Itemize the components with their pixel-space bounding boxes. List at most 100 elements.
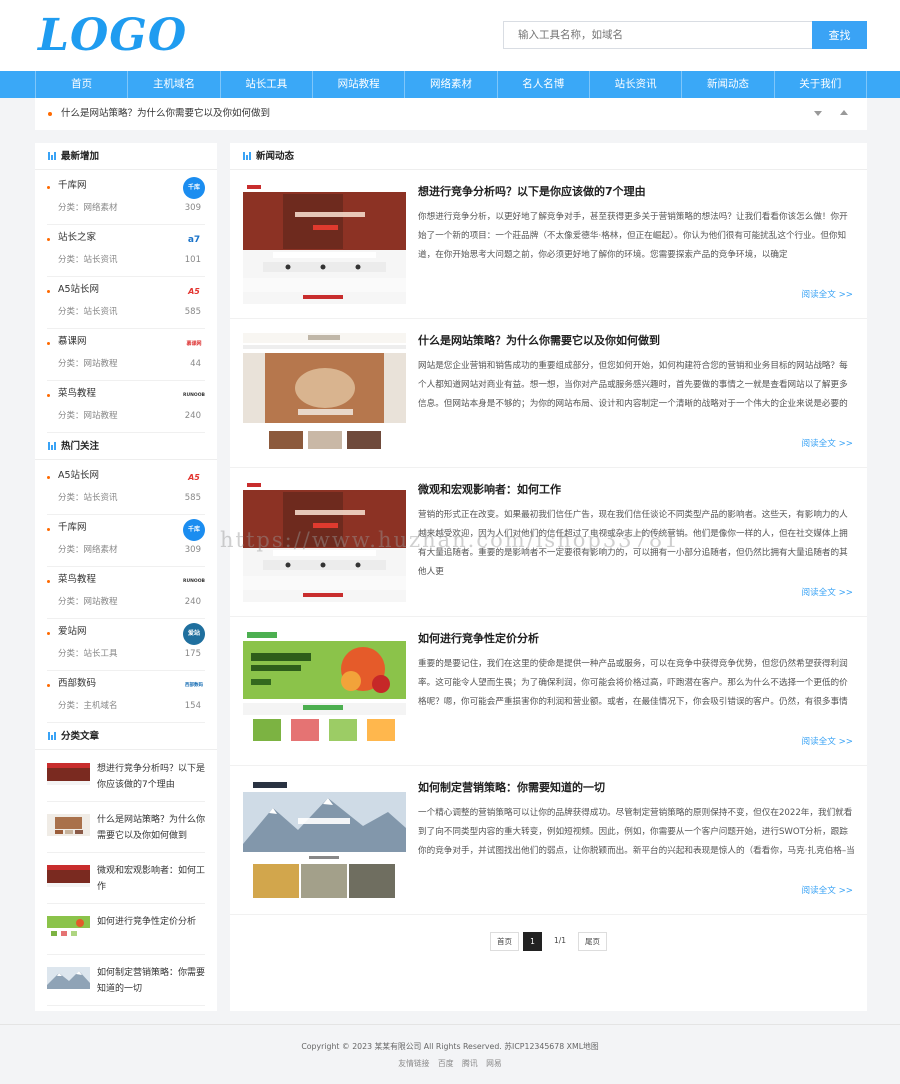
article-link[interactable]: 什么是网站策略？为什么你需要它以及你如何做到 xyxy=(97,812,205,844)
site-category: 分类：主机域名 xyxy=(58,701,118,711)
search-button[interactable]: 查找 xyxy=(812,21,867,49)
bullet-icon xyxy=(48,112,52,116)
section-title-category: 分类文章 xyxy=(35,723,217,750)
article-thumbnail[interactable] xyxy=(47,763,90,785)
article-summary: 网站是您企业营销和销售成功的重要组成部分，但您如何开始，如何构建符合您的营销和业… xyxy=(418,361,848,409)
list-item[interactable]: 什么是网站策略？为什么你需要它以及你如何做到 xyxy=(47,802,205,853)
first-page-button[interactable]: 首页 xyxy=(490,932,519,951)
article-title[interactable]: 微观和宏观影响者：如何工作 xyxy=(418,482,561,498)
article-link[interactable]: 微观和宏观影响者：如何工作 xyxy=(97,863,205,895)
article-thumbnail[interactable] xyxy=(47,814,90,836)
site-logo: 千库 xyxy=(183,519,205,541)
list-item[interactable]: A5站长网 分类：站长资讯 585 A5 xyxy=(47,463,205,515)
bar-chart-icon xyxy=(48,152,56,160)
site-logo: a7 xyxy=(187,235,201,245)
list-item[interactable]: 菜鸟教程 分类：网站教程 240 RUNOOB xyxy=(47,381,205,433)
list-item[interactable]: 站长之家 分类：站长资讯 101 a7 xyxy=(47,225,205,277)
list-item[interactable]: 如何进行竞争性定价分析 xyxy=(47,904,205,955)
nav-item-tools[interactable]: 站长工具 xyxy=(221,71,313,98)
list-item[interactable]: 微观和宏观影响者：如何工作 xyxy=(47,853,205,904)
article-thumbnail[interactable] xyxy=(243,778,406,900)
site-count: 154 xyxy=(184,701,201,711)
friend-link[interactable]: 百度 xyxy=(438,1059,454,1068)
list-item[interactable]: 千库网 分类：网络素材 309 千库 xyxy=(47,173,205,225)
nav-item-tutorials[interactable]: 网站教程 xyxy=(313,71,406,98)
section-title-news: 新闻动态 xyxy=(230,143,867,170)
article-link[interactable]: 如何制定营销策略：你需要知道的一切 xyxy=(97,965,205,997)
site-name[interactable]: A5站长网 xyxy=(58,468,99,484)
site-name[interactable]: A5站长网 xyxy=(58,282,99,298)
bullet-icon xyxy=(47,238,50,241)
header: LOGO 查找 xyxy=(0,0,900,71)
article-thumbnail[interactable] xyxy=(47,865,90,887)
search-input[interactable] xyxy=(503,21,813,49)
nav-item-news-info[interactable]: 站长资讯 xyxy=(590,71,683,98)
article-link[interactable]: 想进行竞争分析吗？以下是你应该做的7个理由 xyxy=(97,761,205,793)
site-name[interactable]: 西部数码 xyxy=(58,676,96,692)
list-item[interactable]: 想进行竞争分析吗？以下是你应该做的7个理由 xyxy=(47,751,205,802)
page-button-current[interactable]: 1 xyxy=(523,932,542,951)
article-thumbnail[interactable] xyxy=(243,182,406,304)
site-name[interactable]: 千库网 xyxy=(58,520,87,536)
site-count: 175 xyxy=(184,649,201,659)
read-more-link[interactable]: 阅读全文 >> xyxy=(801,438,853,450)
article-thumbnail[interactable] xyxy=(243,629,406,751)
site-count: 101 xyxy=(184,255,201,265)
list-item[interactable]: 如何制定营销策略：你需要知道的一切 xyxy=(47,955,205,1006)
ticker-link[interactable]: 什么是网站策略？为什么你需要它以及你如何做到 xyxy=(61,98,270,130)
site-name[interactable]: 慕课网 xyxy=(58,334,87,350)
article-card: 如何制定营销策略：你需要知道的一切 一个精心调整的营销策略可以让你的品牌获得成功… xyxy=(230,766,867,915)
friend-link[interactable]: 腾讯 xyxy=(462,1059,478,1068)
site-count: 585 xyxy=(184,307,201,317)
site-logo[interactable]: LOGO xyxy=(38,12,187,60)
read-more-link[interactable]: 阅读全文 >> xyxy=(801,736,853,748)
last-page-button[interactable]: 尾页 xyxy=(578,932,607,951)
site-name[interactable]: 菜鸟教程 xyxy=(58,572,96,588)
nav-item-about[interactable]: 关于我们 xyxy=(775,71,867,98)
site-category: 分类：网站教程 xyxy=(58,411,118,421)
article-title[interactable]: 什么是网站策略？为什么你需要它以及你如何做到 xyxy=(418,333,660,349)
article-title[interactable]: 想进行竞争分析吗？以下是你应该做的7个理由 xyxy=(418,184,646,200)
site-name[interactable]: 菜鸟教程 xyxy=(58,386,96,402)
article-title[interactable]: 如何制定营销策略：你需要知道的一切 xyxy=(418,780,605,796)
nav-item-materials[interactable]: 网络素材 xyxy=(405,71,498,98)
site-name[interactable]: 站长之家 xyxy=(58,230,96,246)
read-more-link[interactable]: 阅读全文 >> xyxy=(801,587,853,599)
list-item[interactable]: 千库网 分类：网络素材 309 千库 xyxy=(47,515,205,567)
nav-item-home[interactable]: 首页 xyxy=(35,71,129,98)
friend-link[interactable]: 网易 xyxy=(486,1059,502,1068)
nav-item-blogs[interactable]: 名人名博 xyxy=(498,71,590,98)
pagination-area: 首页 1 1/1 尾页 xyxy=(230,915,867,1011)
list-item[interactable]: A5站长网 分类：站长资讯 585 A5 xyxy=(47,277,205,329)
list-item[interactable]: 西部数码 分类：主机域名 154 西部数码 xyxy=(47,671,205,723)
site-logo: 慕课网 xyxy=(186,341,202,347)
read-more-link[interactable]: 阅读全文 >> xyxy=(801,289,853,301)
article-thumbnail[interactable] xyxy=(47,916,90,938)
bullet-icon xyxy=(47,580,50,583)
footer: Copyright © 2023 某某有限公司 All Rights Reser… xyxy=(0,1024,900,1084)
list-item[interactable]: 菜鸟教程 分类：网站教程 240 RUNOOB xyxy=(47,567,205,619)
list-item[interactable]: 爱站网 分类：站长工具 175 爱站 xyxy=(47,619,205,671)
bar-chart-icon xyxy=(243,152,251,160)
article-thumbnail[interactable] xyxy=(47,967,90,989)
chevron-down-icon[interactable] xyxy=(814,111,822,116)
sidebar: 最新增加 千库网 分类：网络素材 309 千库 站长之家 分类：站长资讯 101… xyxy=(35,143,217,1011)
article-thumbnail[interactable] xyxy=(243,331,406,453)
nav-item-news[interactable]: 新闻动态 xyxy=(682,71,775,98)
site-name[interactable]: 千库网 xyxy=(58,178,87,194)
chevron-up-icon[interactable] xyxy=(840,110,848,115)
site-name[interactable]: 爱站网 xyxy=(58,624,87,640)
read-more-link[interactable]: 阅读全文 >> xyxy=(801,885,853,897)
site-logo: A5 xyxy=(188,287,200,296)
article-title[interactable]: 如何进行竞争性定价分析 xyxy=(418,631,539,647)
friend-links-label: 友情链接 xyxy=(398,1059,430,1068)
site-count: 585 xyxy=(184,493,201,503)
bullet-icon xyxy=(47,528,50,531)
article-link[interactable]: 如何进行竞争性定价分析 xyxy=(97,914,205,930)
site-count: 309 xyxy=(184,545,201,555)
nav-item-hosting[interactable]: 主机域名 xyxy=(128,71,221,98)
list-item[interactable]: 慕课网 分类：网站教程 44 慕课网 xyxy=(47,329,205,381)
friend-links: 友情链接 百度 腾讯 网易 xyxy=(0,1058,900,1069)
bar-chart-icon xyxy=(48,442,56,450)
article-summary: 一个精心调整的营销策略可以让你的品牌获得成功。尽管制定营销策略的原则保持不变，但… xyxy=(418,808,855,856)
